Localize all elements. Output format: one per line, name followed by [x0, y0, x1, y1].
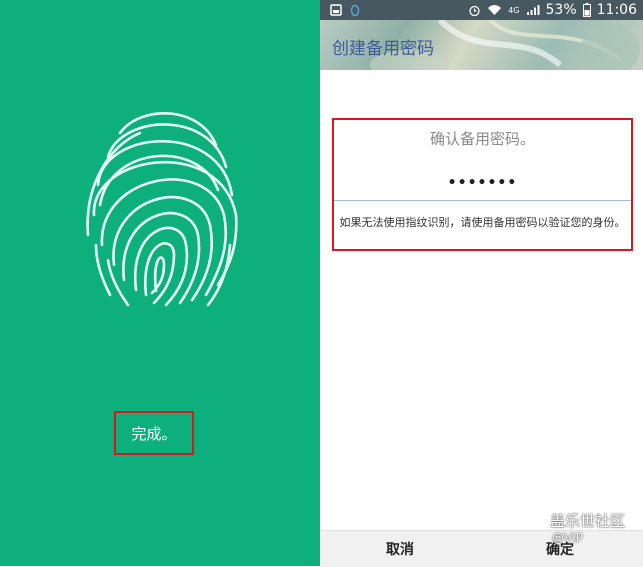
fingerprint-registration-panel: 完成。: [0, 0, 320, 566]
app-header: 创建备用密码: [320, 20, 643, 70]
clock: 11:06: [596, 2, 637, 18]
signal-icon: [526, 4, 540, 16]
status-bar-left: [330, 4, 360, 17]
alarm-icon: [468, 4, 481, 17]
main-content: 确认备用密码。 ••••••• 如果无法使用指纹识别，请使用备用密码以验证您的身…: [320, 70, 643, 530]
done-message-box: 完成。: [114, 411, 194, 455]
gallery-notification-icon: [330, 4, 342, 16]
bixby-notification-icon: [350, 4, 360, 17]
confirm-password-title: 确认备用密码。: [429, 130, 535, 148]
password-hint: 如果无法使用指纹识别，请使用备用密码以验证您的身份。: [339, 216, 626, 229]
battery-percent: 53%: [545, 2, 577, 18]
status-bar-right: 4G 53% 11:06: [468, 2, 637, 18]
watermark-name: 盖乐世社区: [550, 512, 626, 530]
network-type-label: 4G: [508, 5, 520, 15]
page-title: 创建备用密码: [332, 39, 434, 59]
backup-password-screen: 4G 53% 11:06 创建备用密码 确认备用密码。 ••••••• 如果无法…: [320, 0, 643, 567]
bottom-action-bar: 取消 确定: [320, 530, 643, 567]
done-message: 完成。: [131, 424, 177, 443]
fingerprint-icon-graphic: [86, 112, 238, 307]
password-input[interactable]: •••••••: [334, 168, 631, 198]
battery-icon: [582, 3, 591, 17]
confirm-password-card: 确认备用密码。 ••••••• 如果无法使用指纹识别，请使用备用密码以验证您的身…: [332, 118, 633, 251]
cancel-button[interactable]: 取消: [350, 531, 450, 567]
wifi-icon: [487, 4, 502, 16]
password-input-underline: [334, 200, 631, 201]
fingerprint-icon: [80, 95, 240, 310]
status-bar: 4G 53% 11:06: [320, 0, 643, 20]
watermark-handle: @VIP: [552, 531, 583, 545]
